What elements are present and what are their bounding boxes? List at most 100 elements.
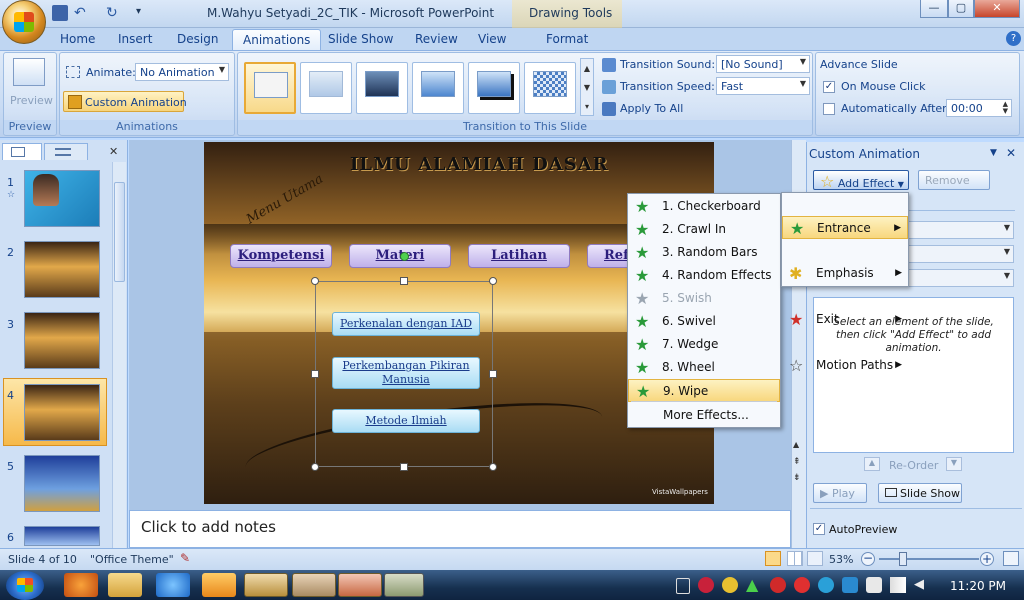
fit-to-window-icon[interactable] bbox=[1003, 551, 1019, 566]
resize-handle[interactable] bbox=[400, 463, 408, 471]
more-effects-item[interactable]: More Effects... bbox=[629, 404, 779, 427]
effect-item[interactable]: ★ 6. Swivel bbox=[628, 310, 780, 333]
effect-item[interactable]: ★ 9. Wipe bbox=[628, 379, 780, 402]
tray-app-icon[interactable] bbox=[818, 577, 834, 593]
transition-dissolve-thumb[interactable] bbox=[524, 62, 576, 114]
previous-slide-icon[interactable]: ⇞ bbox=[793, 458, 801, 467]
tray-app-icon[interactable]: ▲ bbox=[746, 577, 758, 593]
menu-item-motion-paths[interactable]: ☆ Motion Paths ▶ bbox=[782, 354, 908, 377]
modify-start-dropdown[interactable]: ▼ bbox=[900, 221, 1014, 239]
close-panel-icon[interactable]: ✕ bbox=[109, 145, 118, 158]
transition-cut-black-thumb[interactable] bbox=[468, 62, 520, 114]
normal-view-icon[interactable] bbox=[765, 551, 781, 566]
effect-item[interactable]: ★ 1. Checkerboard bbox=[628, 195, 780, 218]
menu-item-exit[interactable]: ★ Exit ▶ bbox=[782, 308, 908, 331]
link-perkenalan-iad[interactable]: Perkenalan dengan IAD bbox=[332, 312, 480, 336]
tab-design[interactable]: Design bbox=[167, 29, 228, 50]
rotate-handle[interactable] bbox=[400, 252, 409, 261]
transition-none-thumb[interactable] bbox=[244, 62, 296, 114]
notes-pane[interactable]: Click to add notes bbox=[129, 510, 791, 548]
modify-speed-dropdown[interactable]: ▼ bbox=[900, 269, 1014, 287]
tab-view[interactable]: View bbox=[468, 29, 516, 50]
start-button[interactable] bbox=[6, 571, 44, 600]
slide-thumb-5[interactable] bbox=[24, 455, 100, 512]
slide-show-view-icon[interactable] bbox=[807, 551, 823, 566]
tab-review[interactable]: Review bbox=[405, 29, 468, 50]
transition-cut-thumb[interactable] bbox=[412, 62, 464, 114]
effect-item[interactable]: ★ 4. Random Effects bbox=[628, 264, 780, 287]
reorder-down-icon[interactable]: ▼ bbox=[946, 457, 962, 471]
effect-item[interactable]: ★ 8. Wheel bbox=[628, 356, 780, 379]
resize-handle[interactable] bbox=[311, 277, 319, 285]
tray-app-icon[interactable] bbox=[794, 577, 810, 593]
modify-direction-dropdown[interactable]: ▼ bbox=[900, 245, 1014, 263]
scrollbar-thumb[interactable] bbox=[114, 182, 125, 282]
media-player-icon[interactable] bbox=[202, 573, 236, 597]
tab-animations[interactable]: Animations bbox=[232, 29, 322, 50]
nav-button-latihan[interactable]: Latihan bbox=[468, 244, 570, 268]
explorer-icon[interactable] bbox=[108, 573, 142, 597]
scroll-up-icon[interactable]: ▲ bbox=[793, 440, 799, 449]
effect-item[interactable]: ★ 2. Crawl In bbox=[628, 218, 780, 241]
slide-show-button[interactable]: Slide Show bbox=[878, 483, 962, 503]
office-button[interactable] bbox=[2, 0, 46, 44]
network-icon[interactable] bbox=[890, 577, 906, 593]
qat-customize-icon[interactable]: ▾ bbox=[136, 6, 141, 17]
slide-sorter-icon[interactable] bbox=[787, 551, 803, 566]
on-mouse-click-checkbox[interactable]: ✓ bbox=[823, 81, 835, 93]
slide-thumb-4[interactable] bbox=[24, 384, 100, 441]
link-metode-ilmiah[interactable]: Metode Ilmiah bbox=[332, 409, 480, 433]
save-icon[interactable] bbox=[52, 5, 68, 21]
play-button[interactable]: ▶ Play bbox=[813, 483, 867, 503]
slide-thumb-6[interactable] bbox=[24, 526, 100, 546]
next-slide-icon[interactable]: ⇟ bbox=[793, 474, 801, 483]
tab-slide-show[interactable]: Slide Show bbox=[318, 29, 403, 50]
reorder-up-icon[interactable]: ▲ bbox=[864, 457, 880, 471]
slides-tab[interactable] bbox=[2, 143, 42, 160]
tray-app-icon[interactable] bbox=[722, 577, 738, 593]
internet-explorer-icon[interactable] bbox=[156, 573, 190, 597]
effect-item[interactable]: ★ 3. Random Bars bbox=[628, 241, 780, 264]
transition-sound-dropdown[interactable]: [No Sound] ▼ bbox=[716, 55, 810, 73]
preview-icon[interactable] bbox=[13, 58, 45, 86]
autopreview-checkbox[interactable]: ✓ bbox=[813, 523, 825, 535]
zoom-in-icon[interactable]: + bbox=[980, 552, 994, 566]
zoom-slider-thumb[interactable] bbox=[898, 552, 907, 566]
close-button[interactable]: ✕ bbox=[974, 0, 1020, 18]
add-effect-button[interactable]: ☆ Add Effect ▼ bbox=[813, 170, 909, 190]
slide-thumb-2[interactable] bbox=[24, 241, 100, 298]
tray-app-icon[interactable] bbox=[866, 577, 882, 593]
powerpoint-taskbar-button[interactable] bbox=[338, 573, 382, 597]
tray-app-icon[interactable] bbox=[842, 577, 858, 593]
tray-app-icon[interactable] bbox=[698, 577, 714, 593]
preview-button[interactable]: Preview bbox=[10, 94, 53, 107]
resize-handle[interactable] bbox=[311, 463, 319, 471]
taskbar-app-button[interactable] bbox=[244, 573, 288, 597]
resize-handle[interactable] bbox=[489, 277, 497, 285]
resize-handle[interactable] bbox=[311, 370, 319, 378]
nav-button-kompetensi[interactable]: Kompetensi bbox=[230, 244, 332, 268]
link-perkembangan-pikiran[interactable]: Perkembangan Pikiran Manusia bbox=[332, 357, 480, 389]
auto-after-checkbox[interactable] bbox=[823, 103, 835, 115]
apply-to-all-button[interactable]: Apply To All bbox=[620, 102, 683, 115]
spinner-icon[interactable]: ▲ ▼ bbox=[1003, 101, 1008, 115]
taskbar-app-button[interactable] bbox=[384, 573, 424, 597]
outline-tab[interactable] bbox=[44, 143, 88, 160]
effect-item[interactable]: ★ 5. Swish bbox=[628, 287, 780, 310]
resize-handle[interactable] bbox=[400, 277, 408, 285]
menu-item-entrance[interactable]: ★ Entrance ▶ bbox=[782, 216, 908, 239]
tab-insert[interactable]: Insert bbox=[108, 29, 162, 50]
resize-handle[interactable] bbox=[489, 463, 497, 471]
battery-icon[interactable] bbox=[676, 578, 690, 594]
transition-fade-black-thumb[interactable] bbox=[356, 62, 408, 114]
tab-format[interactable]: Format bbox=[536, 29, 598, 50]
menu-item-emphasis[interactable]: ✱ Emphasis ▶ bbox=[782, 262, 908, 285]
firefox-icon[interactable] bbox=[64, 573, 98, 597]
zoom-out-icon[interactable]: − bbox=[861, 552, 875, 566]
slides-scrollbar[interactable] bbox=[112, 162, 126, 548]
volume-icon[interactable]: ◀ bbox=[914, 577, 930, 593]
tray-app-icon[interactable] bbox=[770, 577, 786, 593]
auto-after-time-input[interactable]: 00:00 ▲ ▼ bbox=[946, 99, 1012, 117]
undo-icon[interactable]: ↶ bbox=[74, 5, 90, 21]
help-icon[interactable]: ? bbox=[1006, 31, 1021, 46]
